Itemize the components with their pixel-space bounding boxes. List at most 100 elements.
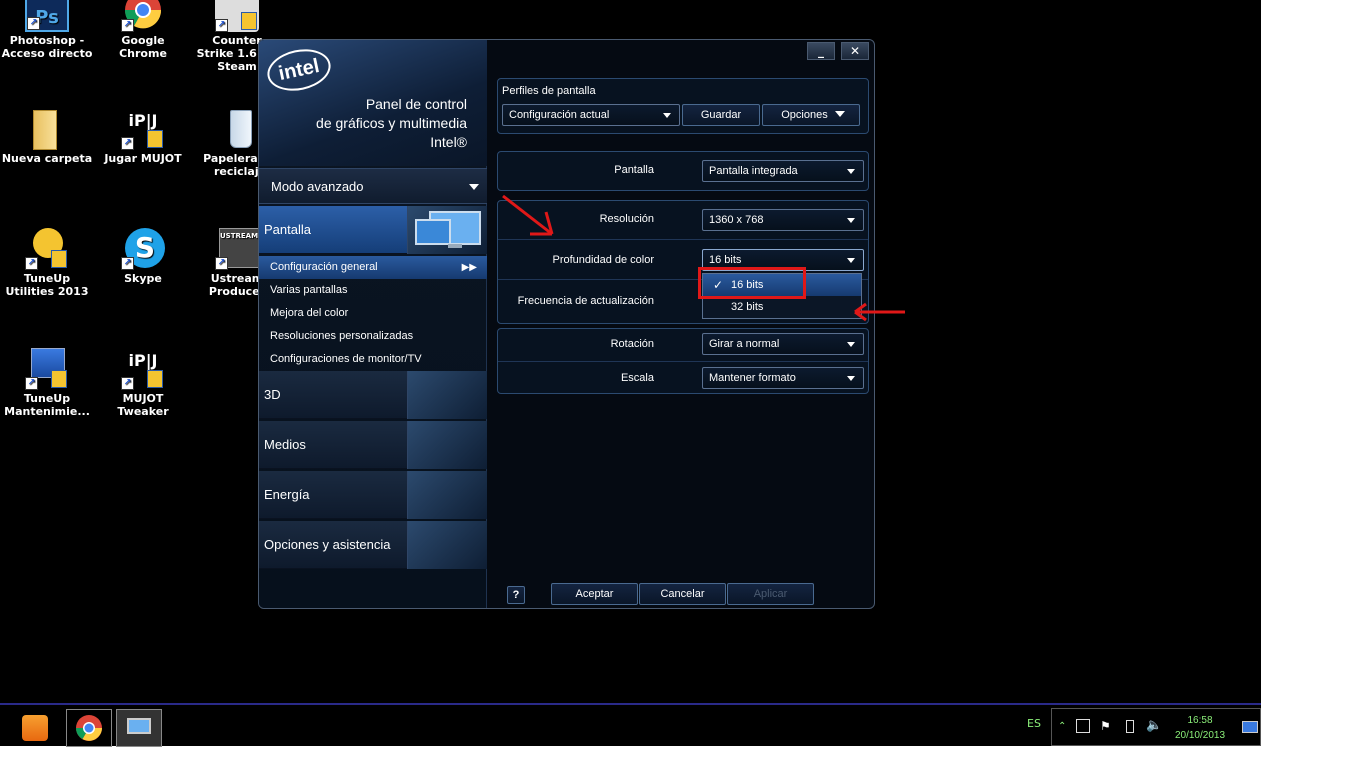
- mode-label: Modo avanzado: [271, 179, 364, 194]
- close-button[interactable]: ✕: [841, 42, 869, 60]
- taskbar-chrome-button[interactable]: [66, 709, 112, 747]
- nav-medios-label: Medios: [264, 437, 306, 452]
- pantalla-select[interactable]: Pantalla integrada: [702, 160, 864, 182]
- desktop-icon-tuneup-utilities[interactable]: ↗ TuneUp Utilities 2013: [0, 226, 94, 298]
- profile-select-value: Configuración actual: [509, 109, 610, 121]
- escala-label: Escala: [620, 372, 654, 384]
- nav-3d[interactable]: 3D: [259, 371, 487, 419]
- cancel-button[interactable]: Cancelar: [639, 583, 726, 605]
- shortcut-arrow-icon: ↗: [121, 137, 134, 150]
- skype-icon: S ↗: [121, 226, 165, 270]
- desktop-icon-label: Nueva carpeta: [1, 152, 93, 165]
- tuneup-maintenance-icon: ↗: [25, 346, 69, 390]
- desktop-icon-label: Jugar MUJOT: [104, 152, 182, 165]
- desktop-icon-mujot-tweaker[interactable]: iP|J ↗ MUJOT Tweaker: [96, 346, 190, 418]
- escala-select[interactable]: Mantener formato: [702, 367, 864, 389]
- annotation-highlight-box: [698, 267, 806, 299]
- pantalla-group: Pantalla Pantalla integrada: [497, 151, 869, 191]
- resolucion-label: Resolución: [599, 213, 654, 225]
- chevron-down-icon: [847, 218, 855, 223]
- camera-icon: [407, 421, 487, 469]
- option-32-bits[interactable]: 32 bits: [703, 296, 861, 318]
- window-title: Panel de control de gráficos y multimedi…: [267, 95, 467, 152]
- option-label: 32 bits: [731, 301, 764, 313]
- desktop-icon-nueva-carpeta[interactable]: Nueva carpeta: [0, 106, 94, 165]
- escala-select-value: Mantener formato: [709, 372, 796, 384]
- rotacion-select-value: Girar a normal: [709, 338, 780, 350]
- nav-energia[interactable]: Energía: [259, 471, 487, 519]
- desktop-icon-jugar-mujot[interactable]: iP|J ↗ Jugar MUJOT: [96, 106, 190, 165]
- minimize-button[interactable]: _: [807, 42, 835, 60]
- accept-button[interactable]: Aceptar: [551, 583, 638, 605]
- nav-pantalla-label: Pantalla: [264, 222, 311, 237]
- show-desktop-icon[interactable]: [1242, 721, 1258, 733]
- shortcut-arrow-icon: ↗: [121, 257, 134, 270]
- uac-shield-icon: [241, 12, 257, 30]
- subnav-varias-pantallas[interactable]: Varias pantallas: [259, 279, 487, 302]
- resolucion-select-value: 1360 x 768: [709, 214, 764, 226]
- nav-opciones-asistencia[interactable]: Opciones y asistencia: [259, 521, 487, 569]
- taskbar-media-player-button[interactable]: [14, 709, 60, 747]
- profundidad-select-value: 16 bits: [709, 254, 742, 266]
- options-button[interactable]: Opciones: [762, 104, 860, 126]
- subnav-configuracion-general[interactable]: Configuración general ▶▶: [259, 256, 487, 279]
- photoshop-icon: Ps ↗: [25, 0, 69, 32]
- desktop-icon-label: Skype: [124, 272, 162, 285]
- action-center-flag-icon[interactable]: ⚑: [1100, 719, 1111, 733]
- pantalla-select-value: Pantalla integrada: [709, 165, 798, 177]
- 3d-shapes-icon: [407, 371, 487, 419]
- volume-icon[interactable]: 🔈: [1146, 718, 1162, 733]
- shortcut-arrow-icon: ↗: [27, 17, 40, 30]
- taskbar-intel-graphics-button[interactable]: [116, 709, 162, 747]
- show-hidden-icons-icon[interactable]: ⌃: [1058, 721, 1066, 732]
- chevron-down-icon: [847, 258, 855, 263]
- monitor-icon: [127, 718, 151, 734]
- monitor-icon: [407, 206, 487, 254]
- clock-date[interactable]: 20/10/2013: [1170, 730, 1230, 741]
- subnav-configuraciones-monitor[interactable]: Configuraciones de monitor/TV: [259, 348, 487, 371]
- clock-time[interactable]: 16:58: [1170, 715, 1230, 726]
- frecuencia-label: Frecuencia de actualización: [517, 295, 654, 307]
- recycle-bin-icon: [218, 106, 262, 150]
- uac-shield-icon: [147, 370, 163, 388]
- pantalla-subnav: Configuración general ▶▶ Varias pantalla…: [259, 256, 487, 371]
- nav-pantalla[interactable]: Pantalla: [259, 206, 487, 254]
- mode-selector[interactable]: Modo avanzado: [259, 168, 487, 204]
- desktop-icon-skype[interactable]: S ↗ Skype: [96, 226, 190, 285]
- resolucion-select[interactable]: 1360 x 768: [702, 209, 864, 231]
- desktop-icon-label: Ustream Producer: [208, 272, 266, 298]
- title-line-3: Intel®: [430, 134, 467, 150]
- profundidad-label: Profundidad de color: [552, 254, 654, 266]
- subnav-resoluciones-personalizadas[interactable]: Resoluciones personalizadas: [259, 325, 487, 348]
- desktop-icon-chrome[interactable]: ↗ Google Chrome: [96, 0, 190, 60]
- options-label: Opciones: [781, 109, 828, 121]
- counter-strike-icon: ↗: [215, 0, 259, 32]
- chevron-down-icon: [834, 111, 845, 117]
- window-header: intel Panel de control de gráficos y mul…: [259, 40, 487, 166]
- system-tray: ⌃ ⚑ 🔈 16:58 20/10/2013: [1051, 708, 1261, 746]
- help-button[interactable]: ?: [507, 586, 525, 604]
- chevron-down-icon: [847, 376, 855, 381]
- rotacion-select[interactable]: Girar a normal: [702, 333, 864, 355]
- desktop-icon-tuneup-mantenimiento[interactable]: ↗ TuneUp Mantenimie...: [0, 346, 94, 418]
- language-indicator[interactable]: ES: [1027, 717, 1041, 730]
- save-profile-button[interactable]: Guardar: [682, 104, 760, 126]
- intel-control-panel-window: intel Panel de control de gráficos y mul…: [258, 39, 875, 609]
- chevron-down-icon: [847, 342, 855, 347]
- mujot-tweaker-icon: iP|J ↗: [121, 346, 165, 390]
- battery-icon[interactable]: [1126, 720, 1134, 733]
- nav-medios[interactable]: Medios: [259, 421, 487, 469]
- chevron-down-icon: [663, 113, 671, 118]
- profile-select[interactable]: Configuración actual: [502, 104, 680, 126]
- profiles-group: Perfiles de pantalla Configuración actua…: [497, 78, 869, 134]
- tuneup-icon: ↗: [25, 226, 69, 270]
- battery-icon: [407, 471, 487, 519]
- subnav-mejora-color[interactable]: Mejora del color: [259, 302, 487, 325]
- desktop-icon-photoshop[interactable]: Ps ↗ Photoshop - Acceso directo: [0, 0, 94, 60]
- row-separator: [498, 239, 868, 240]
- network-icon[interactable]: [1076, 719, 1090, 733]
- apply-button[interactable]: Aplicar: [727, 583, 814, 605]
- nav-opciones-label: Opciones y asistencia: [264, 537, 391, 552]
- rotacion-label: Rotación: [610, 338, 654, 350]
- uac-shield-icon: [51, 370, 67, 388]
